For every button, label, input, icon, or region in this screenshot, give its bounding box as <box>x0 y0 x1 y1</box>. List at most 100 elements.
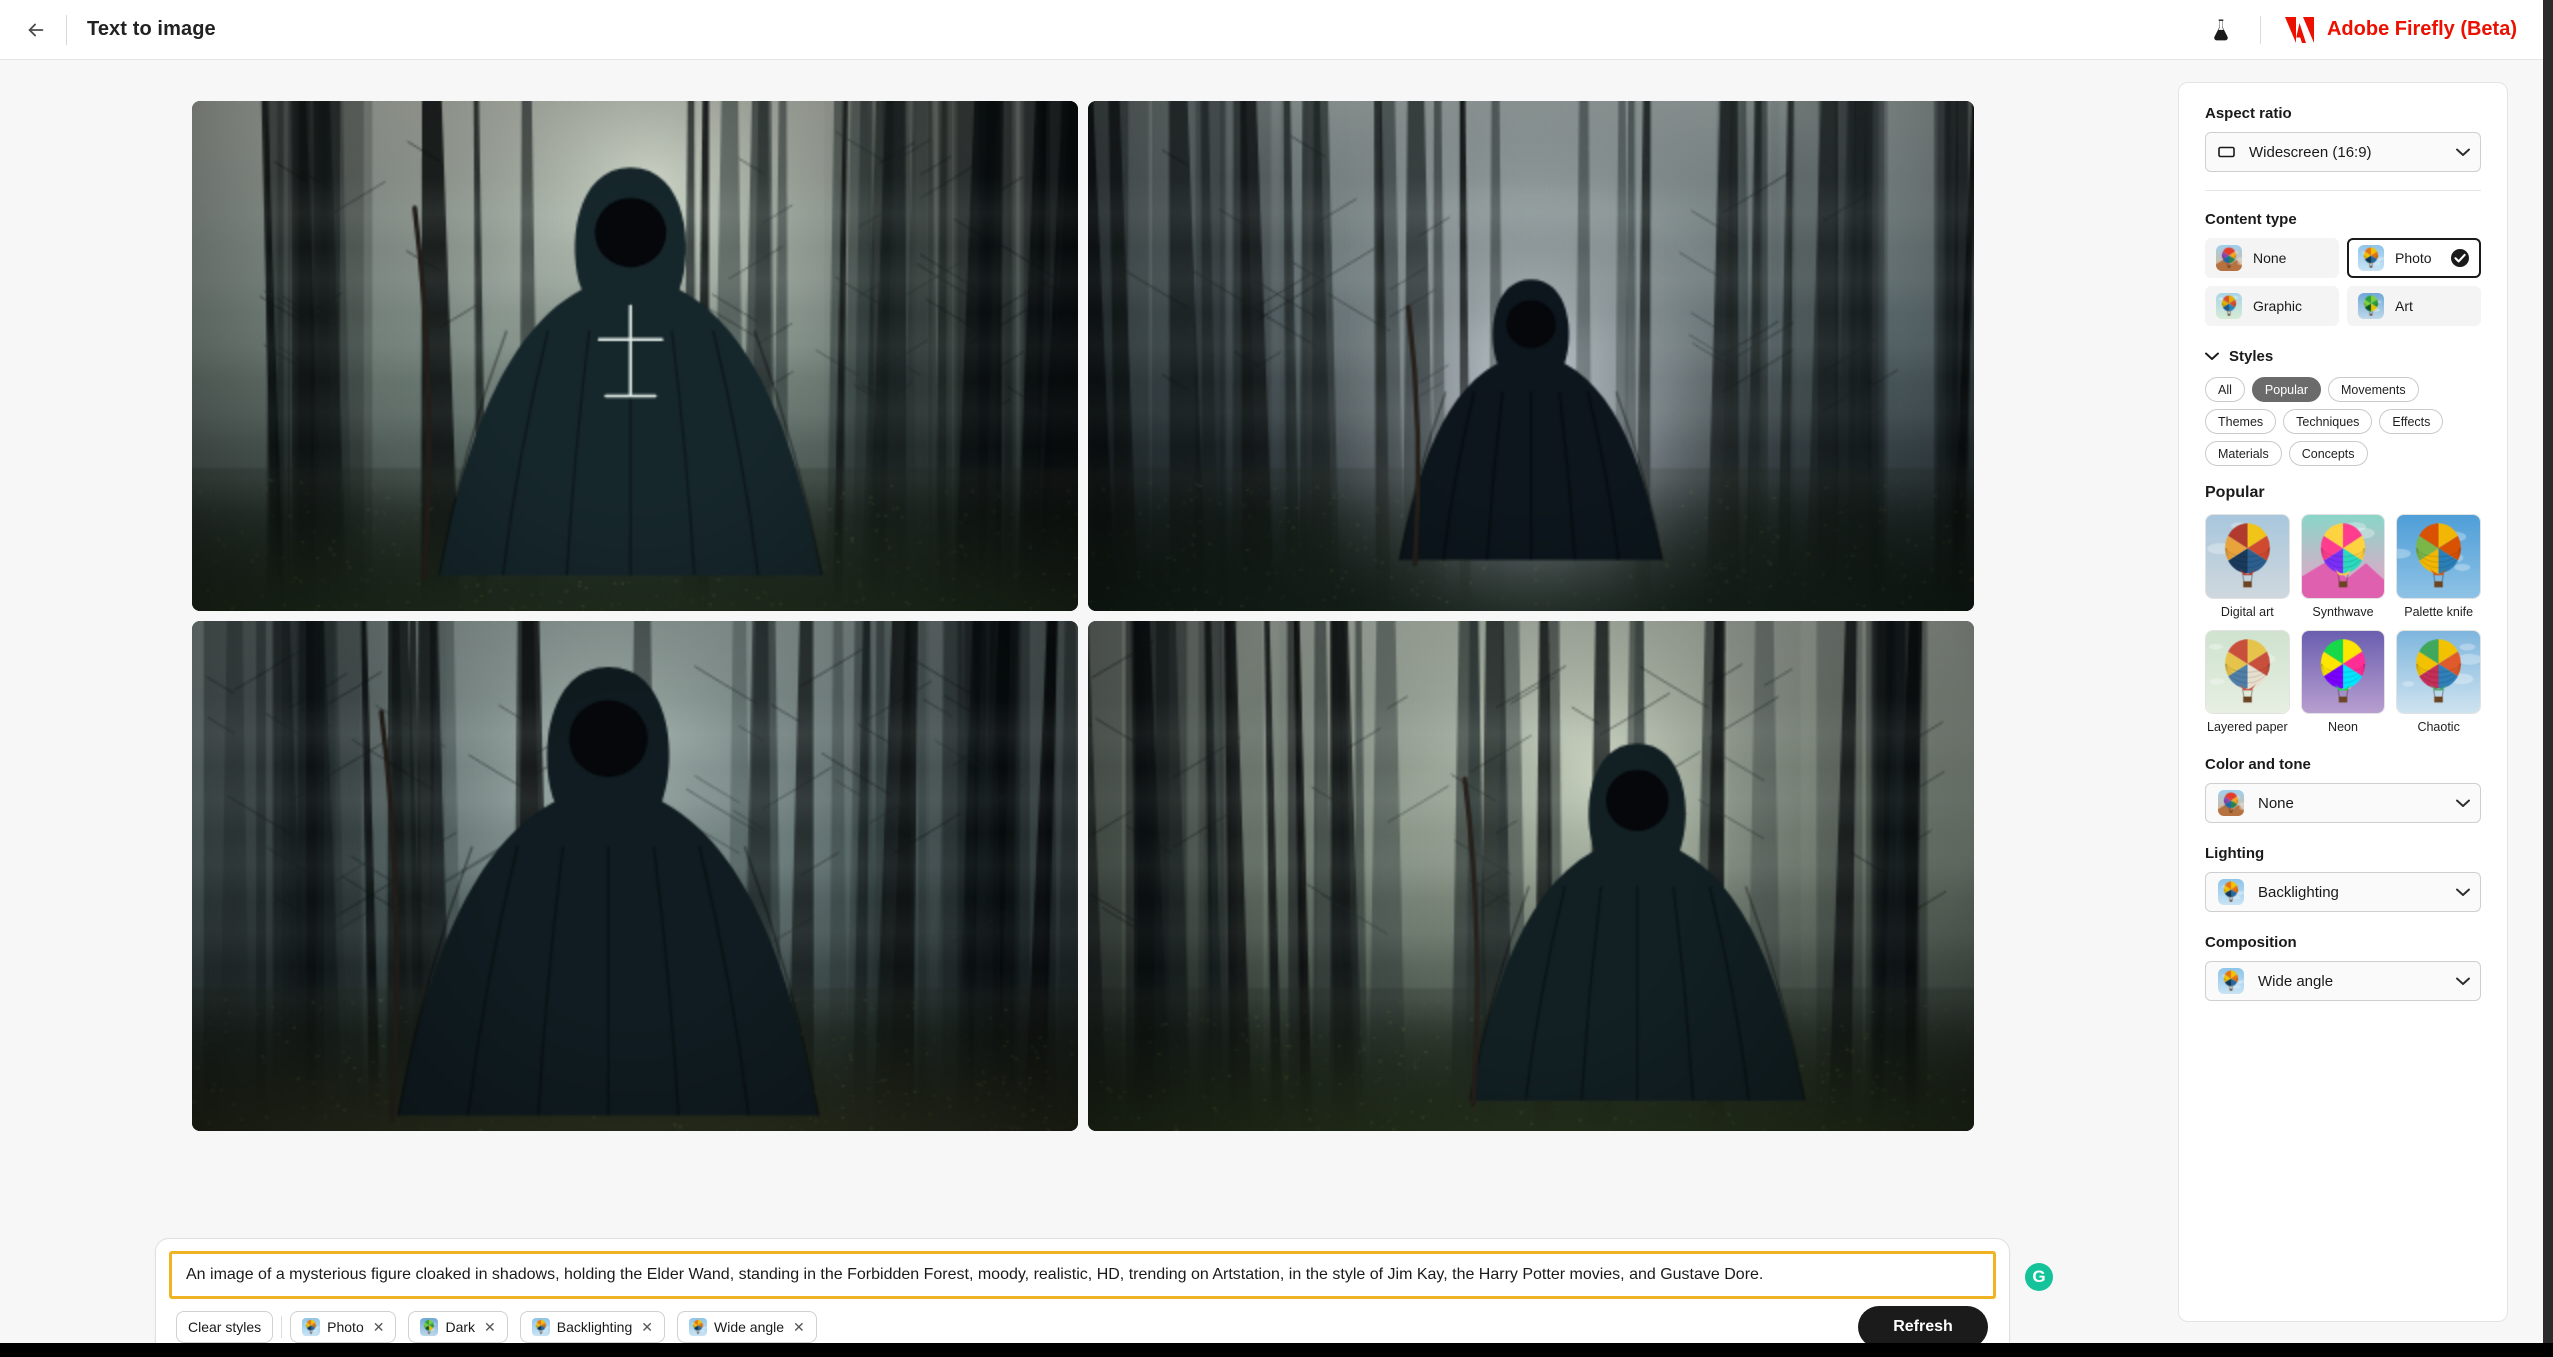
style-item-label: Palette knife <box>2404 604 2474 619</box>
composition-select[interactable]: Wide angle <box>2205 961 2481 1002</box>
refresh-button[interactable]: Refresh <box>1858 1306 1988 1348</box>
style-thumbnail <box>2396 629 2481 715</box>
content-type-option-none[interactable]: None <box>2205 238 2339 278</box>
style-item-synthwave[interactable]: Synthwave <box>2300 514 2386 619</box>
style-thumbnail <box>2300 514 2386 599</box>
style-chip-label: Dark <box>445 1319 476 1335</box>
rectangle-icon <box>2218 146 2235 158</box>
style-chip-label: Backlighting <box>556 1319 633 1335</box>
styles-section-toggle[interactable]: Styles <box>2205 348 2481 365</box>
taskbar-strip <box>0 1343 2553 1357</box>
balloon-thumb-icon <box>302 1318 321 1336</box>
style-thumbnail <box>2205 629 2290 715</box>
results-canvas: An image of a mysterious figure cloaked … <box>0 60 2178 1357</box>
flask-glyph <box>2214 18 2228 40</box>
composition-value: Wide angle <box>2258 972 2334 990</box>
style-item-label: Chaotic <box>2417 720 2460 735</box>
balloon-thumb-icon <box>689 1318 707 1336</box>
arrow-left-icon <box>28 23 44 36</box>
generated-image[interactable] <box>192 621 1078 1131</box>
brand-divider <box>2259 15 2261 44</box>
generated-image[interactable] <box>1088 101 1974 611</box>
color-and-tone-section: Color and tone None <box>2205 756 2481 824</box>
balloon-thumb-icon <box>2216 245 2242 271</box>
generated-images-grid <box>192 101 1974 1160</box>
balloon-thumb-icon <box>531 1318 550 1336</box>
content-type-label-none: None <box>2253 250 2287 266</box>
chips-divider <box>281 1316 283 1338</box>
content-type-grid: None Photo Graphic Art <box>2205 238 2481 326</box>
close-icon[interactable]: ✕ <box>484 1319 496 1336</box>
content-type-label-art: Art <box>2395 298 2413 314</box>
lighting-label: Lighting <box>2205 845 2265 863</box>
style-thumbnail <box>2396 514 2481 599</box>
style-item-chaotic[interactable]: Chaotic <box>2396 629 2481 735</box>
style-filter-techniques[interactable]: Techniques <box>2283 409 2373 434</box>
composition-label: Composition <box>2205 934 2297 952</box>
style-item-digital-art[interactable]: Digital art <box>2205 514 2290 619</box>
style-item-neon[interactable]: Neon <box>2300 629 2386 735</box>
style-filter-effects[interactable]: Effects <box>2379 409 2444 434</box>
content-type-option-art[interactable]: Art <box>2347 286 2481 326</box>
grammarly-icon[interactable]: G <box>2025 1263 2053 1291</box>
top-bar-right: Adobe Firefly (Beta) <box>2204 13 2543 47</box>
back-button[interactable] <box>16 10 56 50</box>
style-item-label: Synthwave <box>2312 604 2374 619</box>
clear-styles-button[interactable]: Clear styles <box>176 1311 274 1343</box>
style-filter-movements[interactable]: Movements <box>2328 377 2419 402</box>
content-type-option-photo[interactable]: Photo <box>2347 238 2481 278</box>
brand[interactable]: Adobe Firefly (Beta) <box>2283 15 2517 45</box>
style-filter-popular[interactable]: Popular <box>2251 377 2321 402</box>
styles-label: Styles <box>2229 348 2274 365</box>
style-item-palette-knife[interactable]: Palette knife <box>2396 514 2481 619</box>
brand-name: Adobe Firefly (Beta) <box>2326 18 2517 40</box>
style-filter-themes[interactable]: Themes <box>2205 409 2277 434</box>
window-scrollbar[interactable] <box>2543 0 2553 1343</box>
balloon-thumb-icon <box>2218 968 2244 995</box>
section-divider <box>2205 190 2481 191</box>
style-thumbnail-grid: Digital art Synthwave Palette knife Laye… <box>2205 514 2481 734</box>
balloon-thumb-icon <box>2216 293 2242 319</box>
page-title: Text to image <box>87 18 216 40</box>
style-filter-all[interactable]: All <box>2205 377 2245 402</box>
balloon-thumb-icon <box>2218 879 2244 906</box>
flask-icon[interactable] <box>2204 13 2238 47</box>
content-type-option-graphic[interactable]: Graphic <box>2205 286 2339 326</box>
style-item-label: Digital art <box>2220 604 2274 619</box>
color-and-tone-select[interactable]: None <box>2205 783 2481 824</box>
style-thumbnail <box>2300 629 2386 715</box>
lighting-select[interactable]: Backlighting <box>2205 872 2481 913</box>
chevron-down-icon <box>2456 888 2470 896</box>
aspect-ratio-select[interactable]: Widescreen (16:9) <box>2205 132 2481 172</box>
close-icon[interactable]: ✕ <box>793 1319 805 1336</box>
style-filter-materials[interactable]: Materials <box>2205 441 2282 466</box>
style-chip-label: Photo <box>327 1319 364 1335</box>
aspect-ratio-label: Aspect ratio <box>2205 105 2292 122</box>
firefly-text-to-image-app: Text to image Adobe Firefly (Beta) An im… <box>0 0 2553 1357</box>
style-item-label: Layered paper <box>2207 720 2288 735</box>
style-chip-wide-angle[interactable]: Wide angle ✕ <box>677 1311 817 1343</box>
popular-group-title: Popular <box>2205 484 2265 501</box>
aspect-ratio-value: Widescreen (16:9) <box>2249 143 2372 161</box>
style-item-layered-paper[interactable]: Layered paper <box>2205 629 2290 735</box>
clear-styles-label: Clear styles <box>188 1319 262 1335</box>
close-icon[interactable]: ✕ <box>373 1319 385 1336</box>
color-and-tone-value: None <box>2258 794 2294 812</box>
style-chip-photo[interactable]: Photo ✕ <box>290 1311 397 1343</box>
style-filter-chips: All Popular Movements Themes Techniques … <box>2205 377 2481 466</box>
check-circle-icon <box>2451 249 2469 267</box>
style-chip-backlighting[interactable]: Backlighting ✕ <box>519 1311 665 1343</box>
style-chips-row: Clear styles Photo ✕ Dark ✕ Backlighting… <box>176 1311 817 1343</box>
balloon-thumb-icon <box>2218 790 2244 817</box>
chevron-down-icon <box>2456 148 2470 156</box>
style-chip-dark[interactable]: Dark ✕ <box>408 1311 508 1343</box>
content-type-label-graphic: Graphic <box>2253 298 2303 314</box>
style-item-label: Neon <box>2328 720 2358 735</box>
style-filter-concepts[interactable]: Concepts <box>2288 441 2368 466</box>
prompt-text: An image of a mysterious figure cloaked … <box>186 1266 1764 1283</box>
generated-image[interactable] <box>1088 621 1974 1131</box>
prompt-input[interactable]: An image of a mysterious figure cloaked … <box>169 1251 2053 1299</box>
close-icon[interactable]: ✕ <box>641 1319 653 1336</box>
generated-image[interactable] <box>192 101 1078 611</box>
chevron-down-icon <box>2205 352 2219 360</box>
